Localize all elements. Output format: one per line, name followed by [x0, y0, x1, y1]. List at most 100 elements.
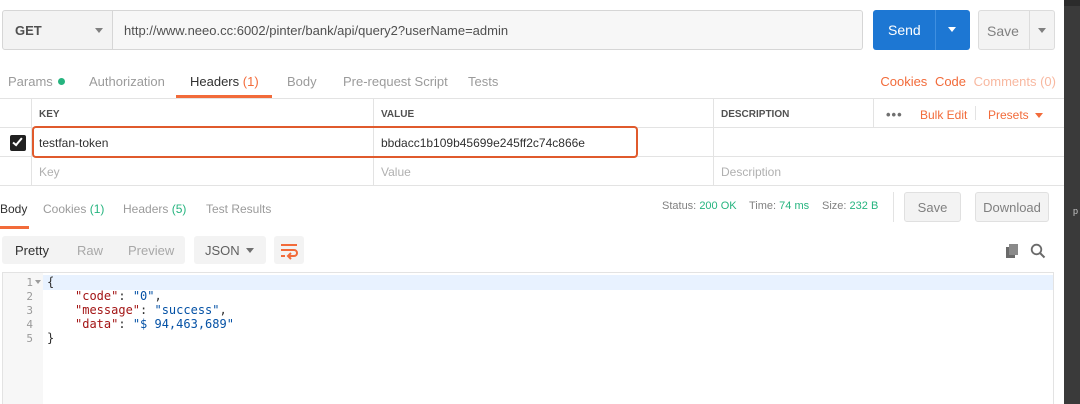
- line-number: 3: [26, 304, 33, 317]
- json-value: "$ 94,463,689": [132, 317, 234, 331]
- chevron-down-icon: [1034, 113, 1043, 119]
- tab-params[interactable]: Params: [8, 74, 65, 89]
- tab-test-results[interactable]: Test Results: [206, 202, 271, 216]
- column-key: KEY: [31, 99, 373, 127]
- status-divider: [893, 192, 894, 222]
- download-button[interactable]: Download: [975, 192, 1049, 222]
- check-icon: [12, 135, 23, 147]
- row-enabled-checkbox[interactable]: [10, 135, 26, 151]
- column-value: VALUE: [373, 99, 713, 127]
- line-number: 2: [26, 290, 33, 303]
- code-line: }: [47, 331, 55, 345]
- request-tabs: Params Authorization Headers (1) Body Pr…: [0, 62, 1080, 98]
- cookies-link[interactable]: Cookies: [880, 74, 927, 89]
- tab-headers-label: Headers: [190, 74, 240, 89]
- chevron-down-icon: [95, 28, 103, 33]
- tab-response-cookies-label: Cookies: [43, 202, 87, 216]
- response-size: Size: 232 B: [822, 200, 878, 212]
- tab-response-headers-count: (5): [171, 202, 187, 216]
- send-options-chevron-icon[interactable]: [948, 27, 956, 32]
- fold-chevron-icon[interactable]: [35, 280, 41, 284]
- code-line: {: [47, 275, 55, 289]
- save-options-chevron-icon[interactable]: [1038, 28, 1046, 33]
- wrap-lines-button[interactable]: [274, 236, 304, 264]
- format-label: JSON: [205, 243, 240, 258]
- line-number: 5: [26, 332, 33, 345]
- response-time: Time: 74 ms: [749, 200, 809, 212]
- url-input[interactable]: http://www.neeo.cc:6002/pinter/bank/api/…: [113, 10, 863, 50]
- body-toolbar: Pretty Raw Preview JSON: [0, 232, 1080, 272]
- actions-divider: [975, 106, 976, 120]
- column-description: DESCRIPTION: [713, 99, 873, 127]
- code-link[interactable]: Code: [935, 74, 966, 89]
- header-description-input[interactable]: [713, 128, 1064, 156]
- view-pretty[interactable]: Pretty: [15, 243, 49, 258]
- response-active-tab-underline: [0, 226, 29, 229]
- edge-glyph: p: [1073, 206, 1079, 216]
- tab-response-headers-label: Headers: [123, 202, 169, 216]
- size-label: Size:: [822, 200, 847, 212]
- tab-params-label: Params: [8, 74, 53, 89]
- table-row-new: Key Value Description: [0, 157, 1064, 186]
- save-request-button[interactable]: Save: [978, 10, 1055, 50]
- save-request-label: Save: [987, 23, 1019, 39]
- headers-table-header: KEY VALUE DESCRIPTION ••• Bulk Edit Pres…: [0, 99, 1064, 128]
- tab-tests[interactable]: Tests: [468, 74, 498, 89]
- view-raw[interactable]: Raw: [77, 243, 103, 258]
- send-divider: [935, 10, 936, 50]
- search-icon[interactable]: [1030, 243, 1046, 259]
- json-value: "0": [132, 289, 155, 303]
- response-body-editor[interactable]: 1 { 2 "code": "0", 3 "message": "success…: [2, 272, 1054, 404]
- size-value[interactable]: 232 B: [850, 200, 879, 212]
- view-preview[interactable]: Preview: [128, 243, 174, 258]
- background-window-edge: [1064, 0, 1080, 404]
- background-window-edge-top: [1064, 0, 1080, 6]
- tab-response-cookies-count: (1): [89, 202, 105, 216]
- save-response-button[interactable]: Save: [904, 192, 961, 222]
- time-label: Time:: [749, 200, 777, 212]
- status-value[interactable]: 200 OK: [699, 200, 736, 212]
- tab-authorization[interactable]: Authorization: [89, 74, 165, 89]
- json-key: "message": [75, 303, 141, 317]
- table-actions: ••• Bulk Edit Presets: [873, 99, 1064, 127]
- json-punct: ,: [154, 289, 162, 303]
- bulk-edit-link[interactable]: Bulk Edit: [920, 108, 967, 122]
- tab-headers[interactable]: Headers (1): [190, 74, 259, 89]
- tab-headers-count: (1): [242, 74, 259, 89]
- send-button[interactable]: Send: [873, 10, 970, 50]
- request-right-links: Cookies Code Comments (0): [876, 74, 1056, 89]
- method-label: GET: [15, 23, 42, 38]
- tab-body[interactable]: Body: [287, 74, 317, 89]
- code-line: "code": "0",: [75, 289, 162, 303]
- new-description-input[interactable]: Description: [713, 157, 1064, 185]
- code-line: "data": "$ 94,463,689": [75, 317, 234, 331]
- tab-response-cookies[interactable]: Cookies (1): [43, 202, 104, 216]
- line-number: 1: [26, 276, 33, 289]
- request-bar: GET http://www.neeo.cc:6002/pinter/bank/…: [0, 0, 1080, 62]
- json-punct: ,: [219, 303, 227, 317]
- new-key-input[interactable]: Key: [31, 157, 373, 185]
- time-value[interactable]: 74 ms: [779, 200, 809, 212]
- tab-response-body[interactable]: Body: [0, 202, 27, 216]
- copy-icon[interactable]: [1006, 244, 1019, 258]
- send-button-label: Send: [888, 22, 921, 38]
- more-options-icon[interactable]: •••: [886, 107, 903, 122]
- method-select[interactable]: GET: [2, 10, 113, 50]
- chevron-down-icon: [246, 248, 254, 253]
- code-line: "message": "success",: [75, 303, 227, 317]
- new-value-input[interactable]: Value: [373, 157, 713, 185]
- json-key: "data": [75, 317, 119, 331]
- presets-label: Presets: [988, 108, 1029, 122]
- view-mode-tabs: Pretty Raw Preview: [2, 236, 185, 264]
- save-divider: [1029, 11, 1030, 49]
- comments-link[interactable]: Comments (0): [974, 74, 1056, 89]
- tab-response-headers[interactable]: Headers (5): [123, 202, 186, 216]
- json-key: "code": [75, 289, 119, 303]
- wrap-lines-icon: [281, 244, 298, 260]
- response-status: Status: 200 OK: [662, 200, 737, 212]
- active-line-highlight: [43, 275, 1053, 290]
- presets-dropdown[interactable]: Presets: [988, 108, 1043, 122]
- format-select[interactable]: JSON: [194, 236, 266, 264]
- response-tabs: Body Cookies (1) Headers (5) Test Result…: [0, 186, 1080, 228]
- tab-pre-request-script[interactable]: Pre-request Script: [343, 74, 448, 89]
